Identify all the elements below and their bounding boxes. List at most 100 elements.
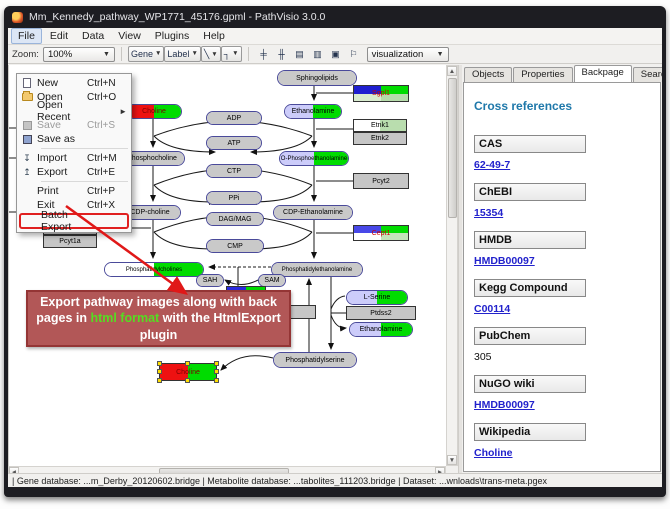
pathway-node-dag-mag[interactable]: DAG/MAG bbox=[206, 212, 264, 226]
pathway-node-phosphatidylserine[interactable]: Phosphatidylserine bbox=[273, 352, 357, 368]
node-label: O-Phosphoethanolamine bbox=[280, 152, 348, 165]
zoom-combobox[interactable]: 100%▼ bbox=[43, 47, 115, 62]
node-label: CMP bbox=[207, 240, 263, 252]
common-size-icon[interactable]: ▣ bbox=[327, 46, 345, 62]
stack-horizontal-icon[interactable]: ▤ bbox=[291, 46, 309, 62]
pathway-node-ppi[interactable]: PPi bbox=[206, 191, 262, 205]
menubar-item-plugins[interactable]: Plugins bbox=[149, 29, 195, 43]
visualization-combobox[interactable]: visualization▼ bbox=[367, 47, 449, 62]
selection-handle[interactable] bbox=[214, 369, 219, 374]
tab-objects[interactable]: Objects bbox=[464, 67, 512, 82]
line-tool-button[interactable]: ╲▼ bbox=[201, 46, 221, 62]
pathway-node-sgpl1[interactable]: Sgpl1 bbox=[353, 85, 409, 102]
node-label: CDP-Ethanolamine bbox=[274, 206, 352, 219]
menubar-item-file[interactable]: File bbox=[11, 28, 42, 44]
backpage-panel: Cross references CAS62-49-7ChEBI15354HMD… bbox=[463, 82, 661, 472]
pathway-node-choline-selected[interactable]: Choline bbox=[159, 363, 217, 381]
file-menu-item-save-as[interactable]: Save as bbox=[17, 132, 131, 146]
pathway-node-ethanolamine-bottom[interactable]: Ethanolamine bbox=[349, 322, 413, 337]
scroll-up-icon[interactable]: ▲ bbox=[447, 66, 457, 76]
file-menu-item-batch-export[interactable]: Batch Export bbox=[19, 213, 129, 229]
datanode-tool-button[interactable]: Gene▼ bbox=[128, 46, 164, 62]
file-menu-item-print[interactable]: PrintCtrl+P bbox=[17, 184, 131, 198]
menubar-item-data[interactable]: Data bbox=[76, 29, 110, 43]
app-body: FileEditDataViewPluginsHelp Zoom: 100%▼ … bbox=[8, 28, 662, 487]
pathway-node-etnk1[interactable]: Etnk1 bbox=[353, 119, 407, 132]
file-menu-item-save[interactable]: SaveCtrl+S bbox=[17, 118, 131, 132]
xref-title: Wikipedia bbox=[474, 423, 586, 441]
annotation-text-after: with the HtmlExport plugin bbox=[140, 311, 281, 342]
vertical-scroll-thumb[interactable] bbox=[448, 78, 457, 218]
xref-title: HMDB bbox=[474, 231, 586, 249]
zoom-label: Zoom: bbox=[12, 49, 39, 60]
file-menu-item-export[interactable]: ↥ExportCtrl+E bbox=[17, 165, 131, 179]
pathway-node-sphingolipids[interactable]: Sphingolipids bbox=[277, 70, 357, 86]
xref-title: ChEBI bbox=[474, 183, 586, 201]
chevron-down-icon: ▼ bbox=[98, 51, 110, 58]
pathway-node-cmp[interactable]: CMP bbox=[206, 239, 264, 253]
menu-item-label: New bbox=[37, 77, 87, 89]
xref-section: NuGO wikiHMDB00097 bbox=[474, 375, 650, 411]
menu-item-shortcut: Ctrl+N bbox=[87, 78, 127, 89]
selection-handle[interactable] bbox=[185, 361, 190, 366]
pathway-node-sah[interactable]: SAH bbox=[196, 274, 224, 287]
selection-handle[interactable] bbox=[214, 378, 219, 383]
file-menu-item-open-recent[interactable]: Open Recent► bbox=[17, 104, 131, 118]
pathway-node-phosphatidylcholines[interactable]: Phosphatidylcholines bbox=[104, 262, 204, 277]
tab-backpage[interactable]: Backpage bbox=[574, 65, 632, 82]
highlight-icon[interactable]: ⚐ bbox=[345, 46, 363, 62]
toolbar-separator bbox=[121, 47, 122, 61]
app-window: Mm_Kennedy_pathway_WP1771_45176.gpml - P… bbox=[4, 6, 666, 497]
pathway-node-atp[interactable]: ATP bbox=[206, 136, 262, 150]
pathway-node-o-phosphoethanolamine[interactable]: O-Phosphoethanolamine bbox=[279, 151, 349, 166]
pathway-node-etnk2[interactable]: Etnk2 bbox=[353, 132, 407, 145]
connector-tool-button[interactable]: ┐▼ bbox=[221, 46, 242, 62]
align-middle-icon[interactable]: ╫ bbox=[273, 46, 291, 62]
pathway-node-l-serine[interactable]: L-Serine bbox=[346, 290, 408, 305]
selection-handle[interactable] bbox=[157, 361, 162, 366]
align-center-icon[interactable]: ╪ bbox=[255, 46, 273, 62]
pathway-node-pcyt2[interactable]: Pcyt2 bbox=[353, 173, 409, 189]
xref-link[interactable]: 62-49-7 bbox=[474, 159, 650, 171]
pathway-node-choline-top[interactable]: Choline bbox=[126, 104, 182, 119]
xref-link[interactable]: 15354 bbox=[474, 207, 650, 219]
pathway-node-ptdss2[interactable]: Ptdss2 bbox=[346, 306, 416, 320]
file-menu-item-new[interactable]: NewCtrl+N bbox=[17, 76, 131, 90]
pathway-node-adp[interactable]: ADP bbox=[206, 111, 262, 125]
menu-item-shortcut: Ctrl+S bbox=[87, 120, 127, 131]
xref-link[interactable]: Choline bbox=[474, 447, 650, 459]
xref-link[interactable]: HMDB00097 bbox=[474, 399, 650, 411]
file-menu-item-import[interactable]: ↧ImportCtrl+M bbox=[17, 151, 131, 165]
pathway-node-cept1[interactable]: Cept1 bbox=[353, 225, 409, 241]
label-tool-button[interactable]: Label▼ bbox=[164, 46, 200, 62]
node-label: Sphingolipids bbox=[278, 71, 356, 85]
menubar-item-edit[interactable]: Edit bbox=[44, 29, 74, 43]
selection-handle[interactable] bbox=[157, 369, 162, 374]
xref-link[interactable]: HMDB00097 bbox=[474, 255, 650, 267]
menubar-item-view[interactable]: View bbox=[112, 29, 147, 43]
xref-value: 305 bbox=[474, 351, 650, 363]
scroll-down-icon[interactable]: ▼ bbox=[447, 455, 457, 465]
selection-handle[interactable] bbox=[185, 378, 190, 383]
pathway-node-cdp-ethanolamine[interactable]: CDP-Ethanolamine bbox=[273, 205, 353, 220]
window-title: Mm_Kennedy_pathway_WP1771_45176.gpml - P… bbox=[29, 11, 325, 23]
app-icon bbox=[12, 12, 23, 23]
pathway-node-ctp[interactable]: CTP bbox=[206, 164, 262, 178]
vertical-scrollbar[interactable]: ▲ ▼ bbox=[446, 65, 458, 466]
menubar-item-help[interactable]: Help bbox=[197, 29, 231, 43]
tab-properties[interactable]: Properties bbox=[513, 67, 572, 82]
node-label: Etnk1 bbox=[354, 120, 406, 131]
xref-link[interactable]: C00114 bbox=[474, 303, 650, 315]
selection-handle[interactable] bbox=[214, 361, 219, 366]
tab-search[interactable]: Search bbox=[633, 67, 662, 82]
selection-handle[interactable] bbox=[157, 378, 162, 383]
title-bar[interactable]: Mm_Kennedy_pathway_WP1771_45176.gpml - P… bbox=[4, 6, 666, 28]
node-label: Phosphatidylethanolamine bbox=[272, 263, 362, 276]
stack-vertical-icon[interactable]: ▥ bbox=[309, 46, 327, 62]
pathway-node-pcyt1a[interactable]: Pcyt1a bbox=[43, 235, 97, 248]
pathway-node-ethanolamine-top[interactable]: Ethanolamine bbox=[284, 104, 342, 119]
xref-title: Kegg Compound bbox=[474, 279, 586, 297]
menu-item-label: Print bbox=[37, 185, 87, 197]
xref-section: HMDB HMDB00097 bbox=[474, 231, 650, 267]
node-label: L-Serine bbox=[347, 291, 407, 304]
